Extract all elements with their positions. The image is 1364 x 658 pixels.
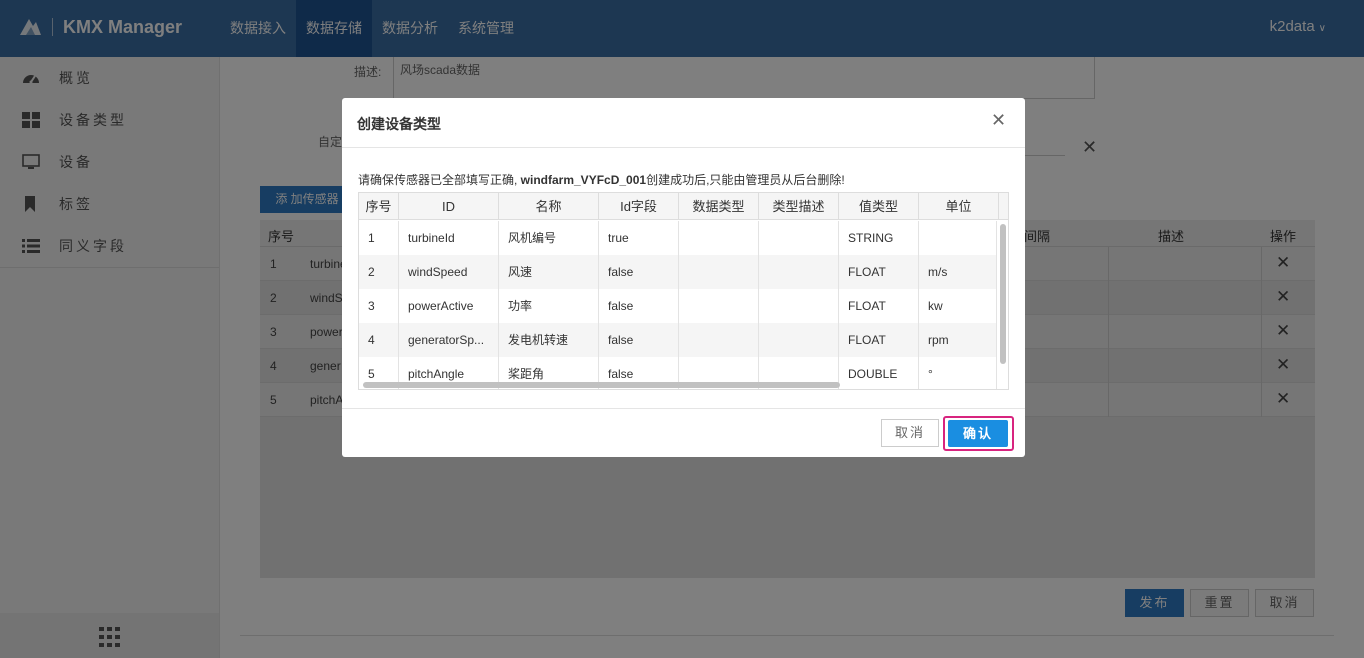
cell-type-desc — [759, 289, 839, 323]
cell-id: generatorSp... — [399, 323, 499, 357]
column-header: 序号 — [359, 193, 399, 220]
cell-name: 风速 — [499, 255, 599, 289]
confirm-highlight: 确认 — [943, 416, 1014, 451]
table-row: 1 turbineId 风机编号 true STRING — [359, 221, 997, 255]
dialog-header-divider — [342, 147, 1025, 148]
cell-unit: ° — [919, 357, 997, 389]
table-row: 4 generatorSp... 发电机转速 false FLOAT rpm — [359, 323, 997, 357]
create-device-type-dialog: 创建设备类型 ✕ 请确保传感器已全部填写正确, windfarm_VYFcD_0… — [342, 98, 1025, 457]
warning-message: 请确保传感器已全部填写正确, windfarm_VYFcD_001创建成功后,只… — [358, 171, 845, 188]
column-header: Id字段 — [599, 193, 679, 220]
cell-id-field: false — [599, 289, 679, 323]
warning-prefix: 请确保传感器已全部填写正确, — [358, 173, 521, 187]
cell-type-desc — [759, 221, 839, 255]
cell-unit: m/s — [919, 255, 997, 289]
cell-id-field: false — [599, 323, 679, 357]
cell-name: 功率 — [499, 289, 599, 323]
cell-id-field: false — [599, 255, 679, 289]
table-row: 3 powerActive 功率 false FLOAT kw — [359, 289, 997, 323]
table-row: 2 windSpeed 风速 false FLOAT m/s — [359, 255, 997, 289]
cell-index: 2 — [359, 255, 399, 289]
dialog-cancel-button[interactable]: 取消 — [881, 419, 939, 447]
column-header: 名称 — [499, 193, 599, 220]
cell-name: 风机编号 — [499, 221, 599, 255]
column-header: 数据类型 — [679, 193, 759, 220]
cell-value-type: STRING — [839, 221, 919, 255]
cell-value-type: DOUBLE — [839, 357, 919, 389]
horizontal-scrollbar[interactable] — [363, 382, 840, 388]
close-icon[interactable]: ✕ — [991, 110, 1006, 131]
cell-value-type: FLOAT — [839, 255, 919, 289]
dialog-footer-divider — [342, 408, 1025, 409]
cell-data-type — [679, 289, 759, 323]
cell-value-type: FLOAT — [839, 323, 919, 357]
cell-unit: kw — [919, 289, 997, 323]
column-header: ID — [399, 193, 499, 220]
cell-data-type — [679, 255, 759, 289]
cell-id-field: true — [599, 221, 679, 255]
cell-id: powerActive — [399, 289, 499, 323]
cell-value-type: FLOAT — [839, 289, 919, 323]
column-header: 值类型 — [839, 193, 919, 220]
dialog-title: 创建设备类型 — [357, 116, 441, 132]
sensor-preview-table: 序号 ID 名称 Id字段 数据类型 类型描述 值类型 单位 1 turbine… — [358, 192, 1009, 390]
column-header: 类型描述 — [759, 193, 839, 220]
cell-type-desc — [759, 255, 839, 289]
cell-index: 3 — [359, 289, 399, 323]
cell-index: 1 — [359, 221, 399, 255]
cell-data-type — [679, 221, 759, 255]
device-type-id: windfarm_VYFcD_001 — [520, 173, 647, 187]
cell-id: windSpeed — [399, 255, 499, 289]
cell-type-desc — [759, 323, 839, 357]
cell-unit — [919, 221, 997, 255]
cell-data-type — [679, 323, 759, 357]
cell-unit: rpm — [919, 323, 997, 357]
column-header: 单位 — [919, 193, 999, 220]
table-header: 序号 ID 名称 Id字段 数据类型 类型描述 值类型 单位 — [359, 193, 1008, 220]
vertical-scrollbar[interactable] — [1000, 224, 1006, 364]
cell-id: turbineId — [399, 221, 499, 255]
warning-suffix: 创建成功后,只能由管理员从后台删除! — [646, 173, 845, 187]
cell-index: 4 — [359, 323, 399, 357]
cell-name: 发电机转速 — [499, 323, 599, 357]
confirm-button[interactable]: 确认 — [948, 420, 1008, 447]
